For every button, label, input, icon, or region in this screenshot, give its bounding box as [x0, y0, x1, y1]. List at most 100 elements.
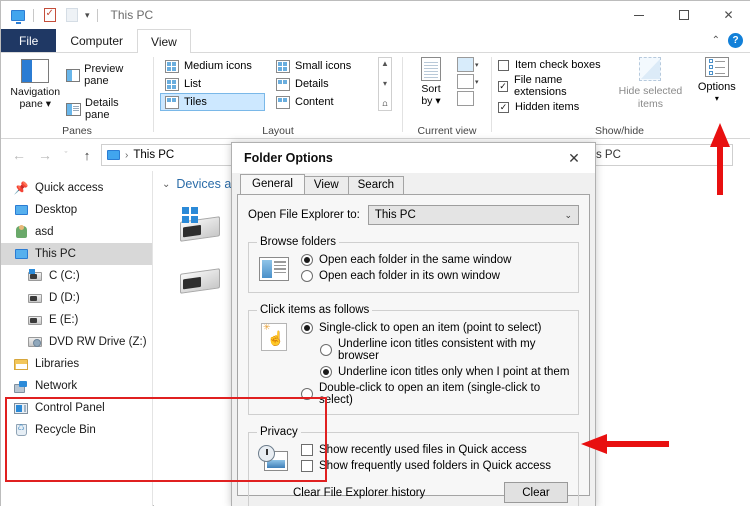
- hidden-items-checkbox[interactable]: ✓: [498, 101, 509, 113]
- sidebar-item-network[interactable]: Network: [1, 375, 152, 397]
- sidebar-item-control-panel[interactable]: Control Panel: [1, 397, 152, 419]
- sidebar-item-label: D (D:): [49, 292, 80, 304]
- layout-scroll-up-icon[interactable]: ▲: [381, 59, 389, 68]
- preview-pane-label: Preview pane: [84, 63, 124, 87]
- sort-by-label-2: by ▾: [421, 95, 441, 108]
- checkbox-show-frequent-folders[interactable]: Show frequently used folders in Quick ac…: [301, 460, 570, 472]
- radio-icon[interactable]: [301, 388, 313, 400]
- tab-view[interactable]: View: [303, 176, 349, 194]
- open-file-explorer-to-label: Open File Explorer to:: [248, 209, 360, 221]
- sidebar-item-libraries[interactable]: Libraries: [1, 353, 152, 375]
- navigation-pane-button[interactable]: Navigation pane ▾: [7, 57, 63, 110]
- radio-double-click[interactable]: Double-click to open an item (single-cli…: [301, 382, 570, 406]
- size-all-columns-button[interactable]: [457, 91, 479, 106]
- new-folder-icon[interactable]: [63, 7, 80, 24]
- network-icon: [13, 379, 29, 393]
- options-caret-icon[interactable]: ▾: [715, 94, 719, 104]
- options-button[interactable]: Options ▾: [693, 57, 741, 104]
- chevron-down-icon[interactable]: ⌄: [564, 210, 572, 221]
- layout-scrollbar[interactable]: ▲ ▾ ⩍: [378, 57, 392, 111]
- chevron-up-icon[interactable]: ⌃: [712, 35, 720, 46]
- navigation-pane-label-2: pane ▾: [19, 98, 52, 111]
- chevron-down-icon[interactable]: ▾: [475, 78, 479, 86]
- properties-icon[interactable]: [41, 7, 58, 24]
- add-columns-button[interactable]: ▾: [457, 74, 479, 89]
- layout-item-tiles[interactable]: Tiles: [160, 93, 265, 111]
- forward-button[interactable]: →: [33, 143, 57, 167]
- radio-icon[interactable]: [301, 254, 313, 266]
- sidebar-item-recycle-bin[interactable]: Recycle Bin: [1, 419, 152, 441]
- show-hide-checkboxes: Item check boxes ✓ File name extensions …: [498, 57, 606, 113]
- sidebar-item-asd[interactable]: asd: [1, 221, 152, 243]
- radio-underline-consistent[interactable]: Underline icon titles consistent with my…: [301, 338, 570, 362]
- radio-icon[interactable]: [301, 270, 313, 282]
- hidden-items-option[interactable]: ✓ Hidden items: [498, 101, 606, 113]
- checkbox-icon[interactable]: [301, 460, 313, 472]
- add-columns-icon: [457, 74, 474, 89]
- sidebar-item-drive-d[interactable]: D (D:): [1, 287, 152, 309]
- radio-icon[interactable]: [320, 344, 332, 356]
- layout-item-content[interactable]: Content: [271, 93, 376, 111]
- dialog-close-button[interactable]: ✕: [553, 143, 595, 173]
- layout-column-2: Small icons Details Content: [271, 57, 376, 111]
- sidebar-item-desktop[interactable]: Desktop: [1, 199, 152, 221]
- close-button[interactable]: ✕: [706, 1, 750, 29]
- layout-item-medium-icons[interactable]: Medium icons: [160, 57, 265, 75]
- sort-by-button[interactable]: Sort by ▾: [409, 57, 453, 107]
- radio-open-same-window[interactable]: Open each folder in the same window: [301, 254, 570, 266]
- layout-item-small-icons[interactable]: Small icons: [271, 57, 376, 75]
- radio-icon[interactable]: [320, 366, 332, 378]
- open-file-explorer-to-select[interactable]: This PC ⌄: [367, 205, 579, 225]
- file-name-extensions-checkbox[interactable]: ✓: [498, 80, 508, 92]
- tab-general[interactable]: General: [240, 174, 305, 194]
- monitor-icon[interactable]: [9, 7, 26, 24]
- layout-scroll-down-icon[interactable]: ▾: [383, 79, 387, 88]
- item-check-boxes-option[interactable]: Item check boxes: [498, 59, 606, 71]
- layout-item-details[interactable]: Details: [271, 75, 376, 93]
- window-title: This PC: [110, 8, 154, 22]
- checkbox-show-recent-files[interactable]: Show recently used files in Quick access: [301, 444, 570, 456]
- group-by-button[interactable]: ▾: [457, 57, 479, 72]
- maximize-button[interactable]: [661, 1, 706, 29]
- details-pane-button[interactable]: Details pane: [63, 95, 147, 123]
- back-button[interactable]: ←: [7, 143, 31, 167]
- file-explorer-window: ▾ This PC ✕ File Computer View ⌃ ? Navig…: [0, 0, 750, 506]
- layout-item-list[interactable]: List: [160, 75, 265, 93]
- radio-single-click[interactable]: Single-click to open an item (point to s…: [301, 322, 570, 334]
- radio-underline-on-point[interactable]: Underline icon titles only when I point …: [301, 366, 570, 378]
- help-icon[interactable]: ?: [728, 33, 743, 48]
- windows-logo-icon: [182, 207, 198, 223]
- sidebar-item-quick-access[interactable]: 📌 Quick access: [1, 177, 152, 199]
- clear-button[interactable]: Clear: [504, 482, 568, 503]
- browse-folders-options: Open each folder in the same window Open…: [301, 254, 570, 282]
- sidebar-item-label: DVD RW Drive (Z:): [49, 336, 147, 348]
- hide-selected-items-button[interactable]: Hide selected items: [618, 57, 682, 110]
- chevron-down-icon[interactable]: ▾: [475, 61, 479, 69]
- radio-icon[interactable]: [301, 322, 313, 334]
- tab-search[interactable]: Search: [347, 176, 405, 194]
- checkbox-icon[interactable]: [301, 444, 313, 456]
- tab-file[interactable]: File: [1, 29, 57, 52]
- minimize-button[interactable]: [616, 1, 661, 29]
- preview-pane-button[interactable]: Preview pane: [63, 61, 147, 89]
- sidebar-item-label: E (E:): [49, 314, 79, 326]
- chevron-down-icon[interactable]: ⌄: [162, 179, 170, 190]
- details-pane-label: Details pane: [85, 97, 119, 121]
- breadcrumb-text[interactable]: This PC: [133, 149, 174, 161]
- title-bar: ▾ This PC ✕: [1, 1, 750, 29]
- sidebar-item-drive-c[interactable]: C (C:): [1, 265, 152, 287]
- sidebar-item-dvd-drive[interactable]: DVD RW Drive (Z:): [1, 331, 152, 353]
- layout-scroll-more-icon[interactable]: ⩍: [382, 99, 387, 109]
- ribbon-group-current-view: Sort by ▾ ▾ ▾ Current view: [403, 53, 491, 139]
- recent-locations-button[interactable]: ˇ: [59, 143, 73, 167]
- sidebar-item-this-pc[interactable]: This PC: [1, 243, 152, 265]
- tab-view[interactable]: View: [137, 29, 191, 54]
- customize-caret-icon[interactable]: ▾: [85, 10, 90, 21]
- up-button[interactable]: ↑: [75, 143, 99, 167]
- file-name-extensions-option[interactable]: ✓ File name extensions: [498, 74, 606, 98]
- radio-open-own-window[interactable]: Open each folder in its own window: [301, 270, 570, 282]
- item-check-boxes-checkbox[interactable]: [498, 59, 509, 71]
- content-icon: [276, 95, 290, 109]
- sidebar-item-drive-e[interactable]: E (E:): [1, 309, 152, 331]
- tab-computer[interactable]: Computer: [56, 29, 137, 52]
